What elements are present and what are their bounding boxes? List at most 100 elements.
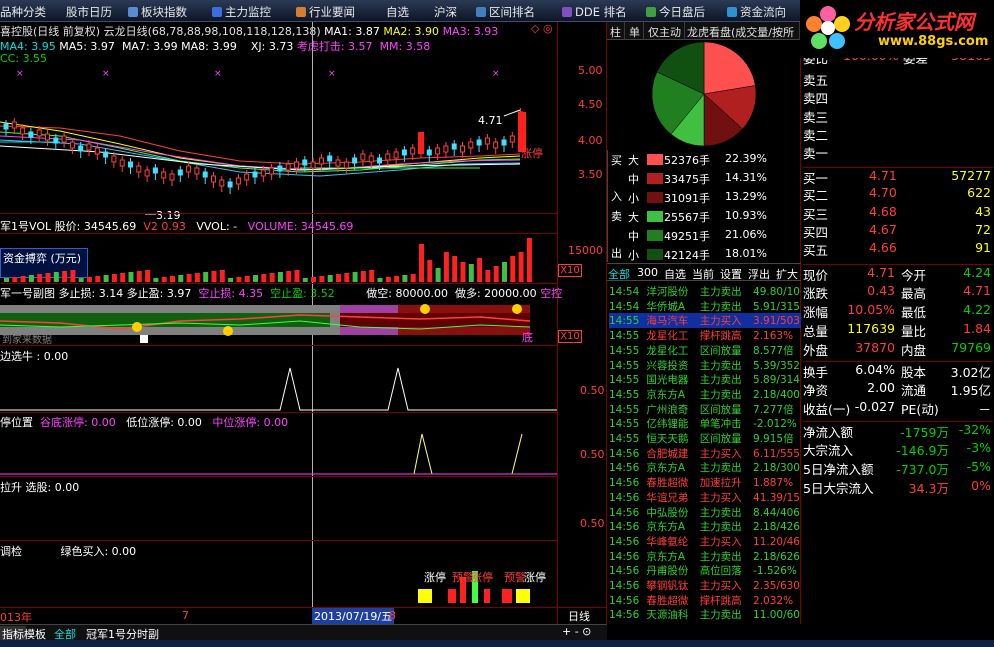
tag-alert-2: 预警	[504, 571, 526, 584]
menu-sector-index[interactable]: 板块指数	[128, 4, 187, 20]
tab-dragon-view[interactable]: 龙虎看盘(成交量/按所	[684, 22, 800, 40]
period-label[interactable]: 日线	[568, 608, 590, 624]
svg-text:×: ×	[16, 69, 24, 79]
tick-row[interactable]: 14:56 春胜超微 撑杆跳高 2.032%	[609, 593, 801, 608]
kline-chart[interactable]: × × × × × 4.71 3.19 涨停	[0, 66, 557, 236]
tick-value: 5.89/314	[753, 374, 800, 387]
menu-range-rank[interactable]: 区间排名	[476, 4, 535, 20]
filter-300[interactable]: 300	[637, 266, 658, 279]
tick-value: 41.39/15	[753, 491, 800, 504]
sub1-di-label: 底	[522, 331, 533, 344]
sub2-y-tick: 0.50	[580, 384, 605, 397]
tick-row[interactable]: 14:56 京东方A 主力卖出 2.18/300	[609, 460, 801, 475]
menu-news[interactable]: 行业要闻	[296, 4, 355, 20]
tick-row[interactable]: 14:55 京东方A 主力卖出 2.18/400	[609, 387, 801, 402]
tick-value: 7.277倍	[753, 403, 794, 416]
tab-bar-chart[interactable]: 柱	[607, 22, 625, 40]
dragon-percent: 13.29%	[725, 190, 767, 203]
bid-row: 买三 4.68 43	[803, 203, 991, 222]
dragon-row: 小 42124手 18.01%	[607, 246, 801, 264]
dragon-volume: 25567手	[664, 211, 710, 224]
separator	[0, 412, 557, 413]
menu-fund-flow[interactable]: 资金流向	[727, 4, 786, 20]
tick-row[interactable]: 14:55 兴蓉投资 主力卖出 5.39/352	[609, 358, 801, 373]
filter-watchlist[interactable]: 自选	[664, 266, 686, 282]
sub1-inner-label: 到家来数据	[2, 335, 52, 346]
filter-settings[interactable]: 设置	[720, 266, 742, 282]
tick-row[interactable]: 14:54 洋河股份 主力卖出 49.80/10	[609, 284, 801, 299]
tick-stock: 广州浪奇	[646, 403, 689, 416]
tag-limit-up-2: 涨停	[471, 571, 493, 584]
tick-value: 5.39/352	[753, 359, 800, 372]
filter-all[interactable]: 全部	[608, 266, 630, 282]
chart-region[interactable]: 喜控股(日线 前复权) 云龙日线(68,78,88,98,108,118,128…	[0, 22, 607, 624]
tick-row[interactable]: 14:56 京东方A 主力卖出 2.18/426	[609, 519, 801, 534]
tick-row[interactable]: 14:55 海马汽车 主力买入 3.91/503	[609, 313, 801, 329]
tick-row[interactable]: 14:56 天源油科 主力卖出 11.00/60	[609, 607, 801, 622]
sub3-y-tick: 0.50	[580, 448, 605, 461]
tick-action: 主力买入	[699, 491, 742, 504]
tick-stock: 华峰氨纶	[646, 535, 689, 548]
tick-row[interactable]: 14:55 国光电器 主力卖出 5.89/314	[609, 372, 801, 387]
svg-text:×: ×	[492, 69, 500, 79]
menu-category[interactable]: 品种分类	[0, 4, 46, 20]
dde-icon	[562, 7, 572, 17]
news-icon	[296, 7, 306, 17]
tick-row[interactable]: 14:56 华峰氨纶 主力买入 11.20/46	[609, 534, 801, 549]
tick-row[interactable]: 14:56 丹甫股份 高位回落 -1.526%	[609, 563, 801, 578]
tick-time: 14:56	[609, 580, 640, 592]
tick-action: 主力卖出	[699, 374, 742, 387]
tick-row[interactable]: 14:56 中弘股份 主力卖出 8.44/406	[609, 505, 801, 520]
tick-action: 区间放量	[699, 403, 742, 416]
tick-time: 14:56	[609, 594, 640, 607]
tab-single[interactable]: 单	[626, 22, 644, 40]
kline-title: 喜控股(日线 前复权) 云龙日线(68,78,88,98,108,118,128…	[0, 25, 499, 38]
collapse-icon[interactable]: ◇ ◎	[531, 22, 553, 35]
filter-float[interactable]: 浮出	[748, 266, 770, 282]
tick-value: 49.80/10	[753, 286, 800, 298]
menu-dde-rank[interactable]: DDE 排名	[562, 4, 627, 20]
dragon-size: 小	[628, 192, 639, 205]
tick-row[interactable]: 14:54 华侨城A 主力卖出 5.91/315	[609, 299, 801, 314]
tick-action: 主力买入	[699, 315, 742, 328]
tick-stock: 京东方A	[646, 521, 686, 534]
sub1-x10-button[interactable]: X10	[558, 330, 582, 343]
menu-watchlist[interactable]: 自选	[386, 4, 409, 20]
tick-row[interactable]: 14:55 广州浪奇 区间放量 7.277倍	[609, 402, 801, 417]
vol-x10-button[interactable]: X10	[558, 264, 582, 277]
tick-row[interactable]: 14:55 亿纬锂能 单笔冲击 -2.012%	[609, 416, 801, 431]
limit-up-label: 涨停	[521, 146, 543, 160]
tick-action: 加速拉升	[699, 477, 742, 490]
tick-row[interactable]: 14:56 春胜超微 加速拉升 1.887%	[609, 475, 801, 490]
tick-row[interactable]: 14:56 攀钢钒钛 主力买入 2.35/630	[609, 578, 801, 593]
separator	[0, 540, 557, 541]
tick-row[interactable]: 14:56 合肥城建 主力买入 6.11/555	[609, 446, 801, 461]
tick-action: 主力卖出	[699, 550, 742, 563]
tick-value: 2.18/426	[753, 521, 800, 534]
tick-stock: 亿纬锂能	[646, 418, 689, 431]
menu-calendar[interactable]: 股市日历	[66, 4, 112, 20]
tab-active-only[interactable]: 仅主动	[645, 22, 685, 40]
tick-row[interactable]: 14:56 京东方A 主力卖出 2.18/626	[609, 549, 801, 564]
bid-row: 买四 4.67 72	[803, 221, 991, 240]
menu-main-monitor[interactable]: 主力监控	[212, 4, 271, 20]
tick-row[interactable]: 14:55 恒天天鹅 区间放量 9.915倍	[609, 431, 801, 446]
tick-stock: 恒天天鹅	[646, 433, 689, 445]
tick-row[interactable]: 14:55 龙星化工 区间放量 8.577倍	[609, 343, 801, 358]
dragon-percent: 18.01%	[725, 247, 767, 260]
tick-row[interactable]: 14:55 龙星化工 撑杆跳高 2.163%	[609, 328, 801, 343]
filter-expand[interactable]: 扩大	[776, 266, 798, 282]
tick-row[interactable]: 14:56 华谊兄弟 主力买入 41.39/15	[609, 490, 801, 505]
tick-time: 14:56	[609, 609, 640, 622]
pie-slice	[703, 41, 756, 95]
zoom-controls[interactable]: + - ⊙	[562, 625, 591, 638]
menu-after-close[interactable]: 今日盘后	[646, 4, 705, 20]
logo-title: 分析家公式网	[854, 10, 974, 34]
tick-time: 14:55	[609, 418, 640, 431]
y-tick-350: 3.50	[578, 168, 603, 181]
menu-market[interactable]: 沪深	[434, 4, 457, 20]
tick-action: 撑杆跳高	[699, 330, 742, 343]
dragon-size: 大	[628, 211, 639, 224]
filter-current[interactable]: 当前	[692, 266, 714, 282]
dragon-row: 小 31091手 13.29%	[607, 189, 801, 207]
